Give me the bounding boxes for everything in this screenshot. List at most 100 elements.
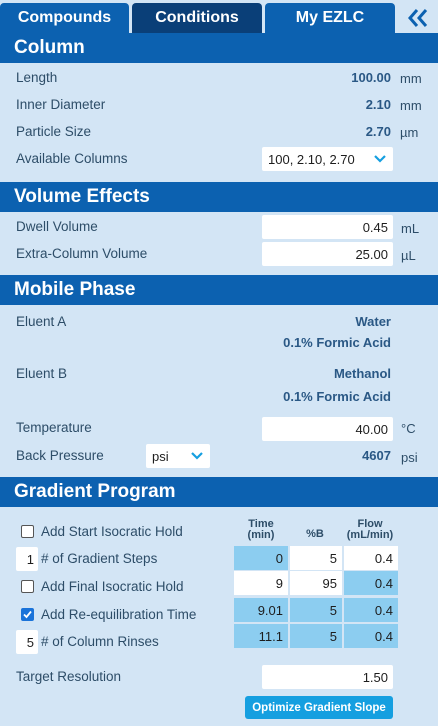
final-isocratic-hold-label: Add Final Isocratic Hold: [41, 579, 184, 594]
inner-diameter-unit: mm: [400, 98, 422, 113]
eluent-b-additive[interactable]: 0.1% Formic Acid: [283, 389, 391, 404]
chevron-down-icon: [367, 147, 393, 171]
column-rinses-label: # of Column Rinses: [41, 634, 159, 649]
eluent-b-solvent[interactable]: Methanol: [334, 366, 391, 381]
chevron-down-icon: [184, 444, 210, 468]
temperature-input[interactable]: 40.00: [262, 417, 393, 441]
table-cell-time[interactable]: 0: [234, 546, 288, 570]
dwell-volume-input[interactable]: 0.45: [262, 215, 393, 239]
target-resolution-input[interactable]: 1.50: [262, 665, 393, 689]
back-pressure-unit: psi: [401, 450, 418, 465]
pressure-unit-selected: psi: [152, 448, 169, 464]
tab-my-ezlc-label: My EZLC: [295, 9, 365, 26]
flow-column-header: Flow (mL/min): [342, 519, 398, 541]
start-isocratic-hold-label: Add Start Isocratic Hold: [41, 524, 183, 539]
table-cell-percent-b[interactable]: 95: [290, 571, 342, 595]
pressure-unit-select[interactable]: psi: [146, 444, 210, 468]
cell-value: 9.01: [257, 602, 283, 618]
cell-value: 5: [329, 628, 337, 644]
eluent-a-solvent[interactable]: Water: [355, 314, 391, 329]
back-pressure-label: Back Pressure: [16, 448, 104, 463]
dwell-volume-label: Dwell Volume: [16, 219, 98, 234]
cell-value: 0: [275, 550, 283, 566]
extra-column-volume-unit: µL: [401, 248, 416, 263]
cell-value: 0.4: [374, 550, 393, 566]
dwell-volume-unit: mL: [401, 221, 420, 236]
column-header-title: Column: [14, 37, 85, 58]
percent-b-header-line1: %B: [306, 528, 324, 540]
optimize-button-label: Optimize Gradient Slope: [252, 701, 386, 714]
inner-diameter-label: Inner Diameter: [16, 97, 106, 112]
table-cell-time[interactable]: 11.1: [234, 624, 288, 648]
column-section-header: Column: [0, 33, 438, 63]
length-value: 100.00: [351, 70, 391, 85]
tab-conditions[interactable]: Conditions: [132, 3, 262, 33]
gradient-program-section-header: Gradient Program: [0, 477, 438, 507]
temperature-unit: °C: [401, 421, 416, 436]
double-chevron-left-icon: [407, 9, 427, 27]
tab-compounds-label: Compounds: [17, 9, 112, 26]
available-columns-selected: 100, 2.10, 2.70: [268, 151, 355, 167]
cell-value: 95: [322, 575, 337, 591]
dwell-volume-value: 0.45: [362, 219, 388, 235]
cell-value: 5: [329, 550, 337, 566]
mobile-phase-section-header: Mobile Phase: [0, 275, 438, 305]
re-equilibration-label: Add Re-equilibration Time: [41, 607, 197, 622]
table-cell-flow[interactable]: 0.4: [344, 546, 398, 570]
column-rinses-value: 5: [26, 634, 34, 650]
table-cell-flow[interactable]: 0.4: [344, 598, 398, 622]
eluent-b-label: Eluent B: [16, 366, 68, 381]
table-cell-percent-b[interactable]: 5: [290, 624, 342, 648]
tab-my-ezlc[interactable]: My EZLC: [265, 3, 395, 33]
re-equilibration-checkbox[interactable]: [21, 608, 34, 621]
eluent-a-additive[interactable]: 0.1% Formic Acid: [283, 335, 391, 350]
length-label: Length: [16, 70, 58, 85]
inner-diameter-value: 2.10: [365, 97, 391, 112]
table-cell-time[interactable]: 9.01: [234, 598, 288, 622]
eluent-a-label: Eluent A: [16, 314, 67, 329]
cell-value: 5: [329, 602, 337, 618]
temperature-value: 40.00: [355, 421, 388, 437]
gradient-steps-input[interactable]: 1: [16, 547, 38, 571]
table-cell-flow[interactable]: 0.4: [344, 571, 398, 595]
checkmark-icon: [23, 610, 32, 619]
particle-size-value: 2.70: [365, 124, 391, 139]
final-isocratic-hold-checkbox[interactable]: [21, 580, 34, 593]
volume-effects-header-title: Volume Effects: [14, 186, 150, 207]
available-columns-label: Available Columns: [16, 151, 128, 166]
back-pressure-value: 4607: [362, 448, 391, 463]
extra-column-volume-input[interactable]: 25.00: [262, 242, 393, 266]
cell-value: 11.1: [258, 628, 283, 644]
target-resolution-label: Target Resolution: [16, 669, 122, 684]
table-cell-percent-b[interactable]: 5: [290, 546, 342, 570]
collapse-panel-button[interactable]: [397, 3, 438, 33]
mobile-phase-header-title: Mobile Phase: [14, 279, 136, 300]
tab-conditions-label: Conditions: [155, 9, 239, 26]
volume-effects-section-header: Volume Effects: [0, 182, 438, 212]
temperature-label: Temperature: [16, 420, 92, 435]
gradient-steps-label: # of Gradient Steps: [41, 551, 158, 566]
particle-size-unit: µm: [400, 125, 419, 140]
gradient-program-header-title: Gradient Program: [14, 481, 176, 502]
column-rinses-input[interactable]: 5: [16, 630, 38, 654]
table-cell-percent-b[interactable]: 5: [290, 598, 342, 622]
percent-b-column-header: %B: [290, 529, 340, 540]
cell-value: 0.4: [374, 575, 393, 591]
flow-header-line2: (mL/min): [346, 529, 394, 541]
tab-compounds[interactable]: Compounds: [0, 3, 129, 33]
available-columns-select[interactable]: 100, 2.10, 2.70: [262, 147, 393, 171]
target-resolution-value: 1.50: [362, 669, 388, 685]
particle-size-label: Particle Size: [16, 124, 92, 139]
extra-column-volume-value: 25.00: [355, 246, 388, 262]
cell-value: 0.4: [374, 602, 393, 618]
gradient-steps-value: 1: [26, 551, 34, 567]
cell-value: 0.4: [374, 628, 393, 644]
optimize-gradient-slope-button[interactable]: Optimize Gradient Slope: [245, 696, 393, 719]
table-cell-time[interactable]: 9: [234, 571, 288, 595]
start-isocratic-hold-checkbox[interactable]: [21, 525, 34, 538]
cell-value: 9: [275, 575, 283, 591]
time-header-line2: (min): [247, 529, 275, 541]
tab-bar: Compounds Conditions My EZLC: [0, 0, 438, 33]
table-cell-flow[interactable]: 0.4: [344, 624, 398, 648]
length-unit: mm: [400, 71, 422, 86]
